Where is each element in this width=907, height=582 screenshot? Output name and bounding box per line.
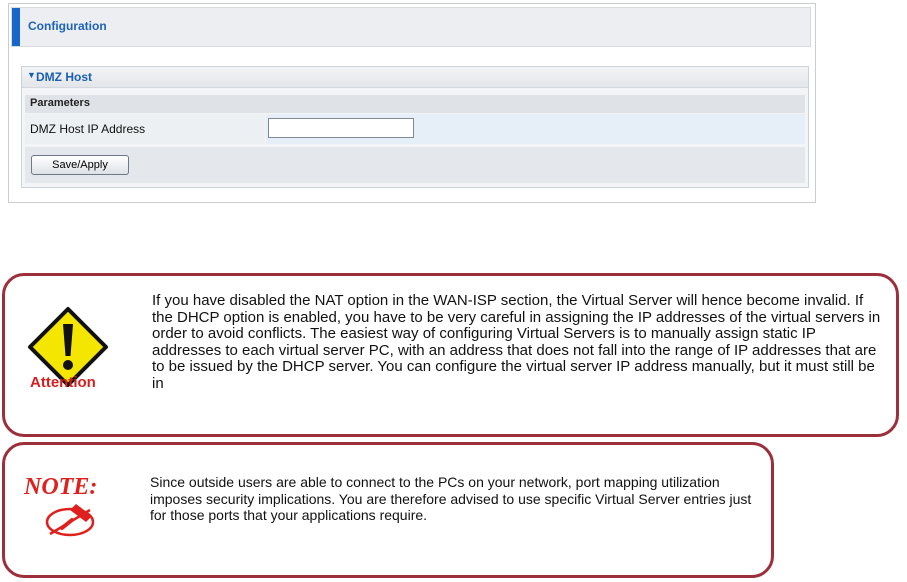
attention-label: Attention (30, 374, 96, 391)
dmz-ip-label-cell: DMZ Host IP Address (25, 114, 265, 144)
dmz-ip-input[interactable] (268, 118, 414, 138)
configuration-title: Configuration (28, 19, 107, 33)
note-text: Since outside users are able to connect … (150, 474, 752, 523)
dmz-ip-row: DMZ Host IP Address (25, 114, 805, 144)
configuration-header: Configuration (11, 7, 811, 47)
note-callout: NOTE: Since outside users are able to co… (2, 442, 774, 578)
note-pencil-icon: NOTE: (23, 474, 97, 537)
button-row: Save/Apply (25, 147, 805, 183)
dmz-ip-value-cell (266, 114, 805, 144)
dmz-host-section: ▼ DMZ Host Parameters DMZ Host IP Addres… (21, 66, 809, 188)
collapse-triangle-icon[interactable]: ▼ (27, 70, 36, 80)
configuration-panel: Configuration ▼ DMZ Host Parameters DMZ … (8, 3, 816, 203)
note-logo-text: NOTE: (23, 474, 97, 500)
dmz-host-section-title: DMZ Host (36, 70, 92, 84)
dmz-ip-label: DMZ Host IP Address (30, 122, 146, 136)
parameters-label: Parameters (30, 97, 90, 109)
dmz-host-section-header[interactable]: ▼ DMZ Host (22, 67, 808, 88)
attention-callout: Attention If you have disabled the NAT o… (2, 273, 899, 437)
header-accent-bar (12, 8, 20, 46)
parameters-header: Parameters (25, 95, 805, 113)
attention-text: If you have disabled the NAT option in t… (152, 292, 881, 392)
save-apply-button[interactable]: Save/Apply (31, 155, 129, 175)
